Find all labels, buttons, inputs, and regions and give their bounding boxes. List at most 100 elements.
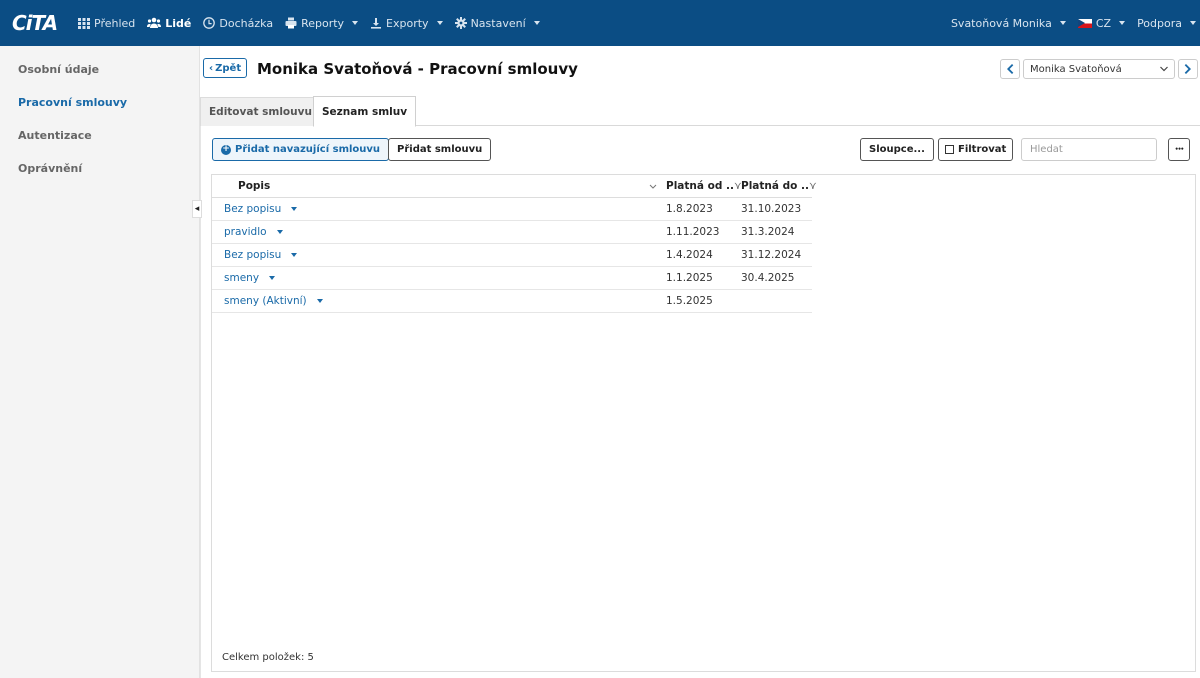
- main-menu: Přehled Lidé Docházka Reporty Exporty Na…: [78, 17, 552, 30]
- contract-description: Bez popisu: [224, 249, 282, 261]
- table-row[interactable]: Bez popisu 1.8.2023 31.10.2023: [212, 198, 812, 221]
- chevron-down-icon[interactable]: [316, 299, 323, 303]
- column-header-platna-od[interactable]: Platná od ..⋎: [666, 180, 742, 192]
- user-name: Svatoňová Monika: [950, 16, 1052, 30]
- nav-item-label: Nastavení: [470, 16, 526, 30]
- contract-link[interactable]: pravidlo: [224, 226, 283, 238]
- next-person-button[interactable]: [1178, 59, 1198, 79]
- valid-from-cell: 1.1.2025: [666, 272, 713, 284]
- back-button[interactable]: ‹ Zpět: [203, 58, 248, 78]
- nav-item-lide[interactable]: Lidé: [147, 17, 191, 30]
- column-header-label: Platná od ..: [666, 180, 734, 192]
- sidebar-item-autentizace[interactable]: Autentizace: [0, 119, 199, 152]
- button-label: Přidat smlouvu: [397, 144, 483, 155]
- nav-item-label: Docházka: [219, 16, 274, 30]
- add-contract-button[interactable]: Přidat smlouvu: [388, 138, 492, 161]
- export-icon: [371, 18, 382, 29]
- users-icon: [147, 17, 162, 28]
- person-select[interactable]: Monika Svatoňová: [1023, 59, 1175, 79]
- czech-flag-icon: [1077, 18, 1092, 28]
- gear-icon: [454, 17, 467, 29]
- more-options-button[interactable]: •••: [1168, 138, 1190, 161]
- nav-item-reporty[interactable]: Reporty: [285, 16, 359, 30]
- contract-link[interactable]: Bez popisu: [224, 203, 298, 215]
- chevron-down-icon: [1059, 21, 1066, 25]
- nav-item-label: Exporty: [386, 16, 429, 30]
- valid-to-cell: 31.3.2024: [741, 226, 795, 238]
- contract-description: Bez popisu: [224, 203, 282, 215]
- sidebar-item-pracovni-smlouvy[interactable]: Pracovní smlouvy: [0, 86, 199, 119]
- sidebar: Osobní údaje Pracovní smlouvy Autentizac…: [0, 46, 200, 678]
- table-row[interactable]: Bez popisu 1.4.2024 31.12.2024: [212, 244, 812, 267]
- tab-editovat-smlouvu[interactable]: Editovat smlouvu: [200, 97, 321, 126]
- valid-from-cell: 1.4.2024: [666, 249, 713, 261]
- chevron-down-icon: [436, 21, 443, 25]
- nav-item-nastaveni[interactable]: Nastavení: [454, 16, 540, 30]
- column-header-platna-do[interactable]: Platná do ..⋎: [741, 180, 817, 192]
- table-row[interactable]: smeny 1.1.2025 30.4.2025: [212, 267, 812, 290]
- chevron-down-icon[interactable]: [276, 230, 283, 234]
- contracts-table: Popis Platná od ..⋎ Platná do ..⋎ Bez po…: [211, 174, 1196, 672]
- clock-icon: [203, 17, 216, 29]
- nav-item-prehled[interactable]: Přehled: [78, 17, 135, 30]
- collapse-sidebar-button[interactable]: ◂: [192, 200, 202, 218]
- app-logo[interactable]: CiTA: [12, 11, 70, 35]
- tab-seznam-smluv[interactable]: Seznam smluv: [313, 96, 417, 127]
- nav-item-dochazka[interactable]: Docházka: [203, 17, 273, 30]
- filter-button[interactable]: Filtrovat: [938, 138, 1014, 161]
- column-header-popis[interactable]: Popis: [238, 180, 270, 192]
- previous-person-button[interactable]: [1000, 59, 1020, 79]
- chevron-down-icon: [352, 21, 359, 25]
- contracts-panel: + Přidat navazující smlouvu Přidat smlou…: [200, 126, 1200, 678]
- add-follow-up-contract-button[interactable]: + Přidat navazující smlouvu: [212, 138, 390, 161]
- chevron-down-icon[interactable]: [291, 207, 298, 211]
- app-logo-text: CiTA: [12, 11, 58, 35]
- valid-to-cell: 31.12.2024: [741, 249, 802, 261]
- grid-icon: [78, 18, 90, 29]
- sidebar-item-opravneni[interactable]: Oprávnění: [0, 152, 199, 185]
- valid-from-cell: 1.8.2023: [666, 203, 713, 215]
- ellipsis-icon: •••: [1174, 146, 1184, 153]
- main-content: ‹ Zpět Monika Svatoňová - Pracovní smlou…: [200, 46, 1200, 678]
- chevron-left-icon: [1007, 64, 1014, 74]
- search-placeholder: Hledat: [1030, 144, 1063, 155]
- nav-item-label: Lidé: [165, 16, 192, 30]
- contract-description: smeny: [224, 272, 260, 284]
- chevron-down-icon[interactable]: [269, 276, 276, 280]
- top-navbar: CiTA Přehled Lidé Docházka Reporty Expor…: [0, 0, 1200, 46]
- sort-chevron-icon[interactable]: [649, 184, 657, 190]
- support-menu[interactable]: Podpora: [1137, 17, 1196, 30]
- sidebar-item-label: Oprávnění: [18, 162, 83, 175]
- table-row[interactable]: smeny (Aktivní) 1.5.2025: [212, 290, 812, 313]
- sidebar-item-label: Autentizace: [18, 129, 92, 142]
- table-footer-count: Celkem položek: 5: [222, 652, 314, 663]
- language-label: CZ: [1095, 16, 1112, 30]
- columns-button[interactable]: Sloupce...: [860, 138, 934, 161]
- button-label: Přidat navazující smlouvu: [235, 144, 381, 155]
- sidebar-item-label: Pracovní smlouvy: [18, 96, 128, 109]
- table-row[interactable]: pravidlo 1.11.2023 31.3.2024: [212, 221, 812, 244]
- contract-link[interactable]: Bez popisu: [224, 249, 298, 261]
- chevron-down-icon: [1160, 66, 1168, 72]
- tab-label: Seznam smluv: [322, 105, 408, 118]
- contract-link[interactable]: smeny (Aktivní): [224, 295, 323, 307]
- chevron-down-icon[interactable]: [291, 253, 298, 257]
- user-menu[interactable]: Svatoňová Monika: [951, 17, 1066, 30]
- chevron-down-icon: [533, 21, 540, 25]
- button-label: Filtrovat: [958, 144, 1007, 155]
- contract-link[interactable]: smeny: [224, 272, 276, 284]
- support-label: Podpora: [1137, 16, 1182, 30]
- nav-item-exporty[interactable]: Exporty: [370, 17, 443, 30]
- tab-label: Editovat smlouvu: [209, 106, 312, 118]
- checkbox-icon: [945, 145, 954, 154]
- table-header: Popis Platná od ..⋎ Platná do ..⋎: [212, 175, 817, 198]
- person-navigator: Monika Svatoňová: [1000, 59, 1198, 79]
- tab-bar: Editovat smlouvu Seznam smluv: [200, 96, 1200, 127]
- chevron-down-icon: [1119, 21, 1126, 25]
- filter-icon: ⋎: [808, 180, 817, 192]
- search-input[interactable]: Hledat: [1021, 138, 1157, 161]
- nav-item-label: Reporty: [301, 16, 345, 30]
- language-menu[interactable]: CZ: [1077, 16, 1126, 30]
- back-label: Zpět: [215, 62, 242, 74]
- sidebar-item-osobni-udaje[interactable]: Osobní údaje: [0, 53, 199, 86]
